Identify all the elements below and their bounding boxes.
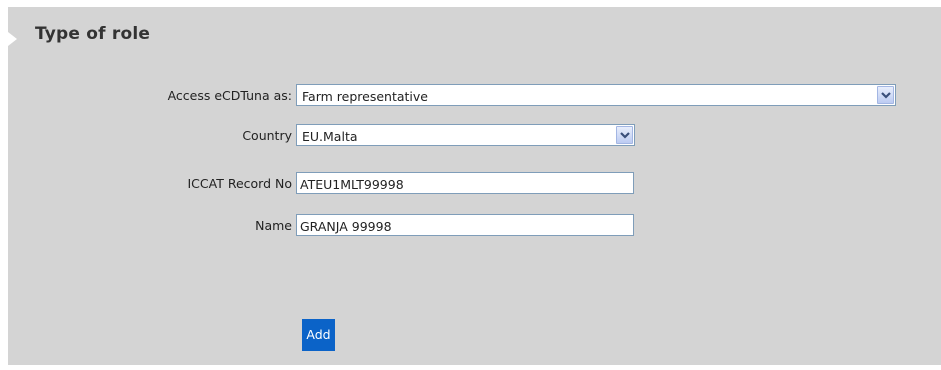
iccat-label-wrap: ICCAT Record No — [8, 172, 293, 196]
access-row: Access eCDTuna as: Farm representative — [8, 84, 941, 108]
country-dropdown-button[interactable] — [616, 126, 633, 144]
country-select[interactable]: EU.Malta — [296, 124, 635, 146]
chevron-down-icon — [620, 132, 630, 139]
role-panel: Type of role Access eCDTuna as: Farm rep… — [8, 7, 941, 365]
country-row: Country EU.Malta — [8, 124, 941, 148]
iccat-row: ICCAT Record No ATEU1MLT99998 — [8, 172, 941, 196]
access-select[interactable]: Farm representative — [296, 84, 896, 106]
name-label: Name — [255, 218, 292, 233]
chevron-down-icon — [881, 92, 891, 99]
name-input[interactable]: GRANJA 99998 — [296, 214, 634, 236]
iccat-record-value: ATEU1MLT99998 — [300, 177, 404, 192]
add-button[interactable]: Add — [302, 319, 335, 351]
access-dropdown-button[interactable] — [877, 86, 894, 104]
iccat-record-label: ICCAT Record No — [187, 176, 293, 191]
access-label-wrap: Access eCDTuna as: — [8, 84, 292, 108]
name-row: Name GRANJA 99998 — [8, 214, 941, 238]
access-select-value: Farm representative — [302, 89, 428, 104]
section-arrow-icon — [8, 32, 17, 46]
access-label: Access eCDTuna as: — [167, 88, 292, 103]
country-select-value: EU.Malta — [302, 129, 358, 144]
country-label: Country — [242, 128, 292, 143]
section-title: Type of role — [35, 24, 151, 44]
iccat-record-input[interactable]: ATEU1MLT99998 — [296, 172, 634, 194]
name-label-wrap: Name — [8, 214, 292, 238]
country-label-wrap: Country — [8, 124, 292, 148]
name-value: GRANJA 99998 — [300, 219, 392, 234]
